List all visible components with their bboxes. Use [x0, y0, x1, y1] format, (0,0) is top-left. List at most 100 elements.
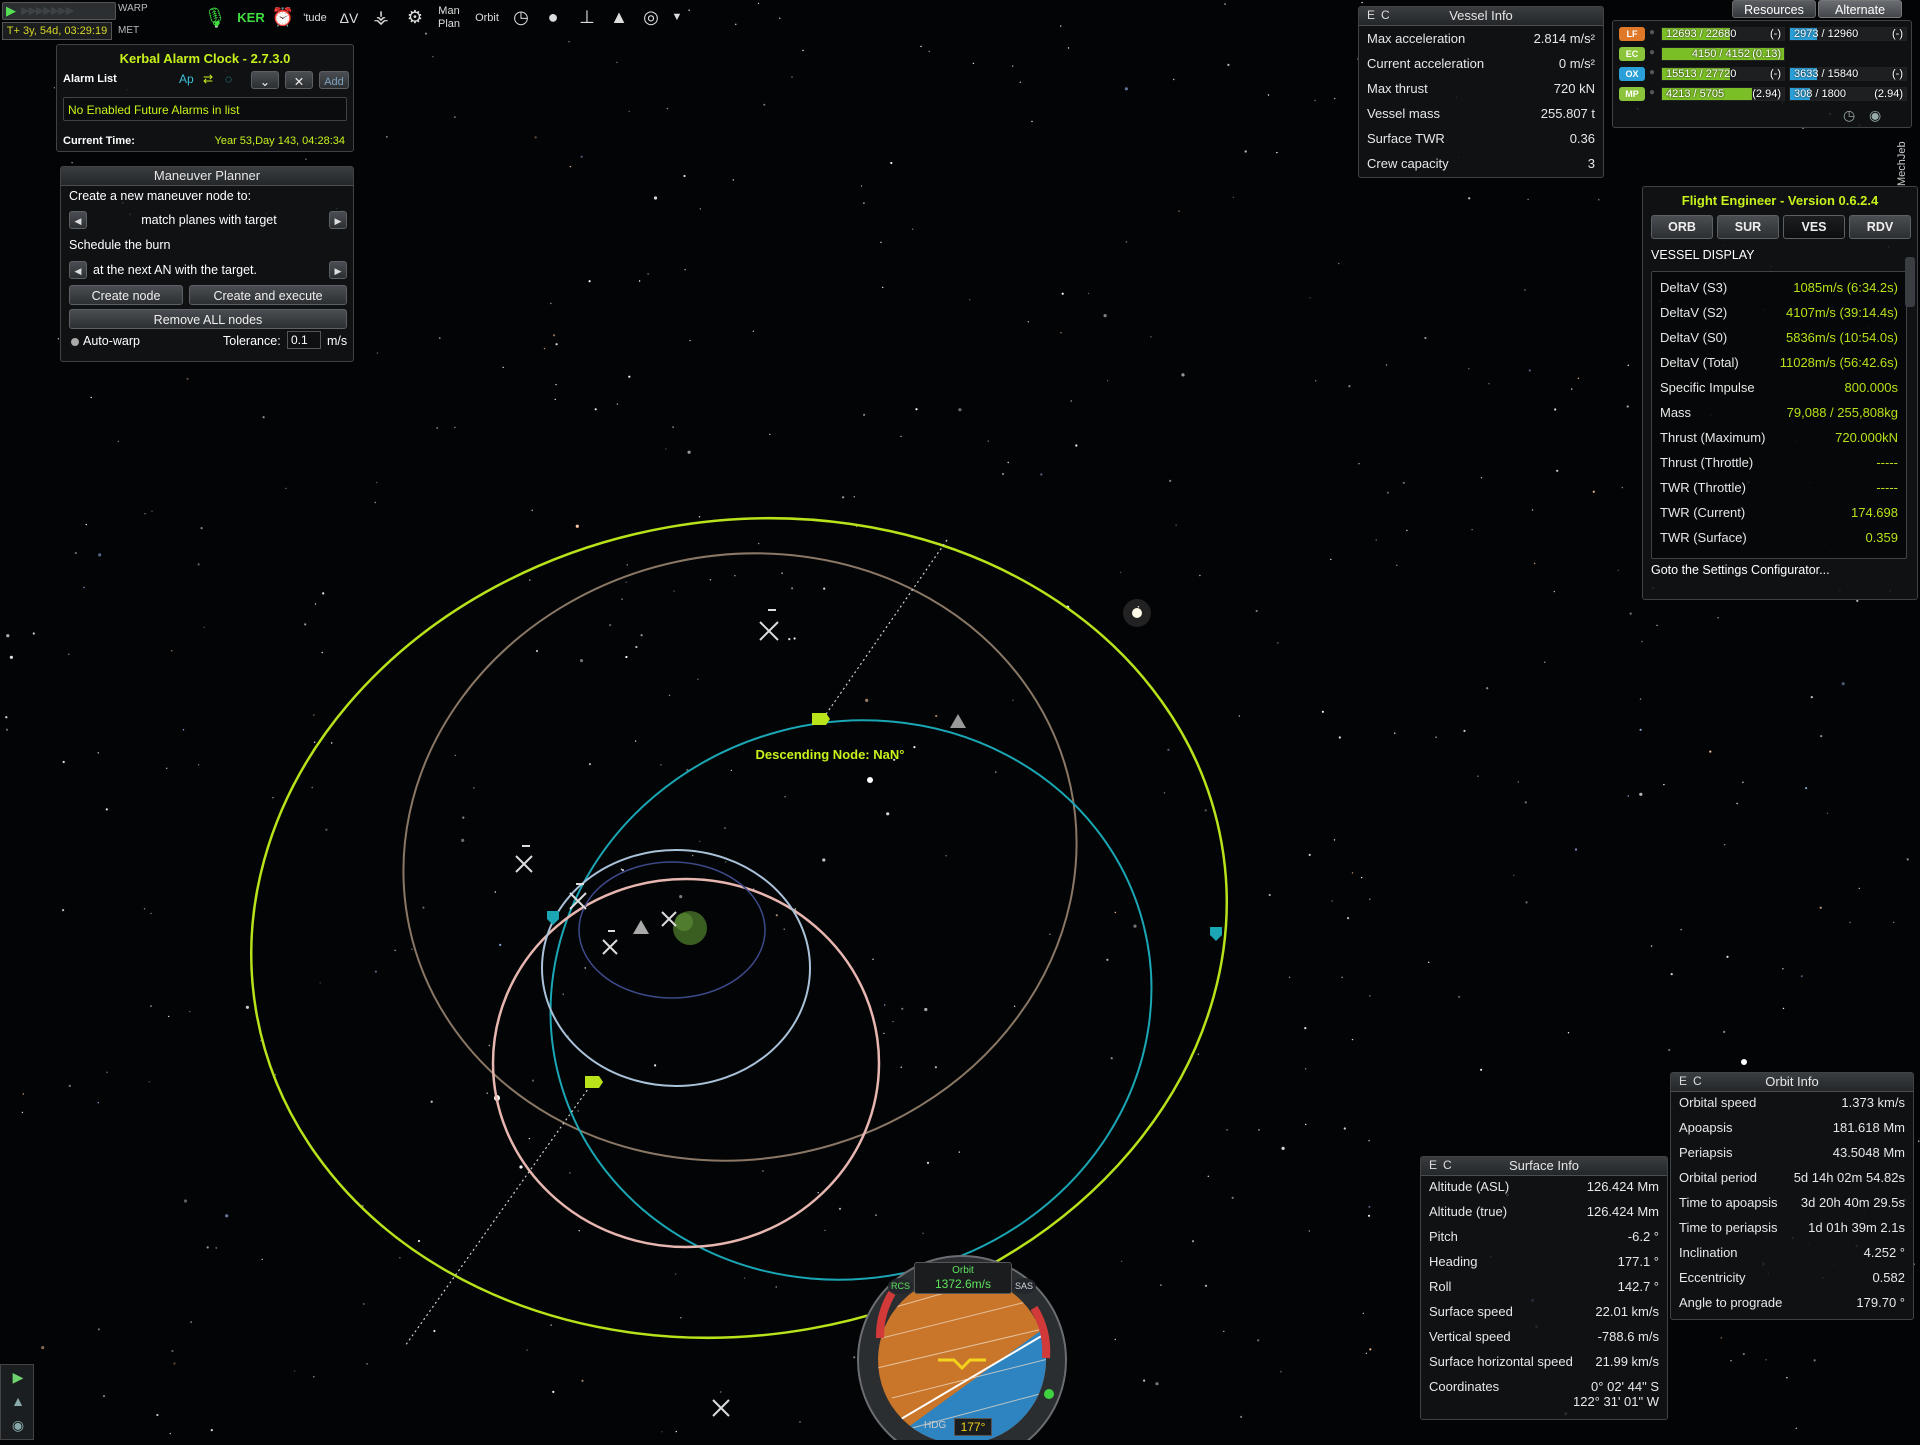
orbit-info-window[interactable]: Orbit Info EC Orbital speed 1.373 km/s Apo… [1670, 1072, 1914, 1320]
star [1368, 1140, 1370, 1142]
tab-sur[interactable]: SUR [1717, 215, 1779, 239]
orbit-info-ec[interactable]: EC [1679, 1074, 1708, 1088]
toolbar-dropdown-icon[interactable]: ▼ [662, 2, 692, 32]
next-operation-icon[interactable]: ▶ [329, 211, 347, 229]
flight-mode-icon[interactable]: ▶ [6, 1369, 30, 1389]
lock-icon[interactable]: ● [1649, 47, 1655, 58]
orbit-dark-blue[interactable] [578, 861, 766, 999]
apoapsis-alarm-icon[interactable]: Ap [179, 72, 194, 86]
soi-alarm-icon[interactable]: ◌ [225, 72, 232, 86]
tolerance-input[interactable] [287, 331, 321, 349]
expand-toggle[interactable]: E [1367, 8, 1375, 22]
orbit-green[interactable] [186, 442, 1292, 1414]
scrollbar[interactable] [1905, 257, 1915, 307]
vessel-marker[interactable] [950, 714, 966, 728]
prev-timing-icon[interactable]: ◀ [69, 261, 87, 279]
add-alarm-button[interactable]: Add [319, 71, 349, 89]
warp-rate-bar[interactable]: ▶ ▶▶▶▶▶▶▶ [2, 2, 116, 20]
settings-tools-icon[interactable]: ✕ [285, 71, 313, 89]
met-label[interactable]: MET [118, 25, 139, 36]
map-mode-icon[interactable]: ◉ [6, 1417, 30, 1437]
flight-engineer-window[interactable]: Flight Engineer - Version 0.6.2.4 ORB SUR… [1642, 186, 1918, 600]
speed-display[interactable]: Orbit 1372.6m/s [914, 1262, 1012, 1294]
compact-toggle[interactable]: C [1381, 8, 1390, 22]
play-icon[interactable]: ▶ [6, 3, 16, 19]
auto-warp-toggle[interactable] [71, 338, 79, 346]
orbit-brown[interactable] [347, 491, 1134, 1222]
sas-toggle[interactable]: SAS [1012, 1278, 1037, 1294]
expand-toggle[interactable]: E [1429, 1158, 1437, 1172]
toolbar-settings-icon[interactable]: ⚙ [400, 2, 430, 32]
expand-toggle[interactable]: E [1679, 1074, 1687, 1088]
next-timing-icon[interactable]: ▶ [329, 261, 347, 279]
tolerance-unit: m/s [327, 334, 348, 348]
remove-all-nodes-button[interactable]: Remove ALL nodes [69, 309, 347, 329]
resource-tag-mp[interactable]: MP [1619, 87, 1645, 101]
toolbar-orbit-icon[interactable]: Orbit [472, 2, 502, 32]
star [68, 1084, 71, 1087]
rocket-mode-icon[interactable]: ▲ [6, 1393, 30, 1413]
lock-icon[interactable]: ● [1649, 67, 1655, 78]
resource-tag-lf[interactable]: LF [1619, 27, 1645, 41]
info-row: Pitch -6.2 ° [1429, 1229, 1659, 1251]
surface-info-ec[interactable]: EC [1429, 1158, 1458, 1172]
star [1238, 715, 1241, 717]
operation-select[interactable]: match planes with target [91, 211, 327, 229]
resource-rate: (2.94) [1874, 88, 1903, 100]
toolbar-rocket-icon[interactable]: ▲ [604, 2, 634, 32]
clock-icon[interactable]: ◷ [1843, 107, 1855, 124]
maneuver-planner-window[interactable]: Maneuver Planner Create a new maneuver n… [60, 166, 354, 362]
cyan-apsis-marker[interactable] [547, 911, 559, 925]
transfer-alarm-icon[interactable]: ⇄ [203, 72, 213, 86]
star [206, 1246, 209, 1249]
toolbar-maneuver-planner-icon[interactable]: Man Plan [434, 2, 464, 32]
eye-icon[interactable]: ◉ [1869, 107, 1881, 124]
star [117, 440, 120, 443]
compact-toggle[interactable]: C [1443, 1158, 1452, 1172]
satellite-icons[interactable] [515, 609, 779, 1417]
create-and-execute-button[interactable]: Create and execute [189, 285, 347, 305]
resource-tag-ec[interactable]: EC [1619, 47, 1645, 61]
prev-operation-icon[interactable]: ◀ [69, 211, 87, 229]
toolbar-clock-icon[interactable]: ◷ [506, 2, 536, 32]
resource-tag-ox[interactable]: OX [1619, 67, 1645, 81]
alternate-tab[interactable]: Alternate [1818, 0, 1902, 18]
vessel-info-window[interactable]: Vessel Info EC Max acceleration 2.814 m/s… [1358, 6, 1604, 178]
star [1060, 332, 1062, 334]
tab-orb[interactable]: ORB [1651, 215, 1713, 239]
tab-rdv[interactable]: RDV [1849, 215, 1911, 239]
star [97, 752, 99, 754]
mechjeb-side-tab[interactable]: MechJeb [1894, 100, 1914, 190]
navball-widget[interactable]: Orbit 1372.6m/s RCS SAS HDG 177° [852, 1248, 1072, 1445]
resources-tab[interactable]: Resources [1732, 0, 1816, 18]
resources-window[interactable]: LF ● 12693 / 22680 (-) 2973 / 12960 (-) EC ● 415… [1612, 20, 1912, 128]
vessel-marker[interactable] [633, 920, 649, 934]
star [1782, 1007, 1785, 1010]
kerbal-alarm-clock-window[interactable]: Kerbal Alarm Clock - 2.7.3.0 Alarm List … [56, 44, 354, 152]
toolbar-lander-icon[interactable]: ⚶ [366, 2, 396, 32]
toolbar-ker-icon[interactable]: KER [236, 2, 266, 32]
warp-arrows-icon[interactable]: ▶▶▶▶▶▶▶ [21, 3, 74, 19]
toolbar-microphone-icon[interactable]: 🎙 [200, 2, 230, 32]
rcs-toggle[interactable]: RCS [888, 1278, 914, 1294]
toolbar-antenna-icon[interactable]: ⊥ [572, 2, 602, 32]
star [376, 352, 379, 354]
timing-select[interactable]: at the next AN with the target. [91, 261, 329, 279]
cyan-periapsis-marker[interactable] [1210, 927, 1222, 941]
toolbar-attitude-icon[interactable]: 'tude [300, 2, 330, 32]
surface-info-window[interactable]: Surface Info EC Altitude (ASL) 126.424 Mm… [1420, 1156, 1668, 1420]
lock-icon[interactable]: ● [1649, 27, 1655, 38]
vessel-info-ec[interactable]: EC [1367, 8, 1396, 22]
toolbar-sphere-icon[interactable]: ● [538, 2, 568, 32]
descending-node-marker[interactable] [585, 1076, 603, 1088]
create-node-button[interactable]: Create node [69, 285, 183, 305]
toolbar-alarm-clock-icon[interactable]: ⏰ [268, 2, 298, 32]
toolbar-delta-v-icon[interactable]: ΔV [334, 2, 364, 32]
lock-icon[interactable]: ● [1649, 87, 1655, 98]
resource-bar: 308 / 1800 (2.94) [1789, 87, 1907, 101]
settings-configurator-link[interactable]: Goto the Settings Configurator... [1651, 563, 1830, 577]
compact-toggle[interactable]: C [1693, 1074, 1702, 1088]
collapse-icon[interactable]: ⌄ [251, 71, 279, 89]
row-label: Heading [1429, 1254, 1478, 1269]
tab-ves[interactable]: VES [1783, 215, 1845, 239]
